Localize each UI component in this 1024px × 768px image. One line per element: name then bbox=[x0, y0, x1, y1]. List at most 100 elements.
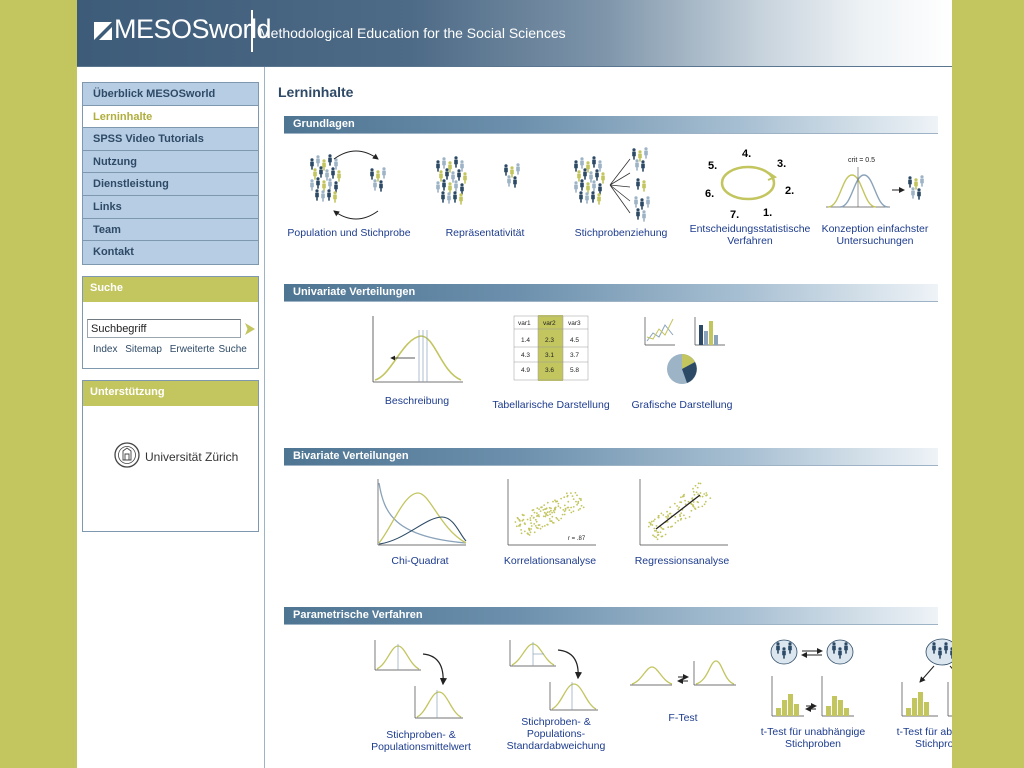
nav-item-nutzung[interactable]: Nutzung bbox=[83, 150, 258, 174]
nav-item-overview[interactable]: Überblick MESOSworld bbox=[83, 83, 258, 106]
f-test-icon bbox=[630, 660, 736, 686]
scatter-dot bbox=[546, 523, 549, 526]
scatter-dot bbox=[528, 534, 531, 536]
search-input[interactable] bbox=[87, 319, 241, 338]
scatter-dot bbox=[679, 515, 682, 518]
scatter-dot bbox=[548, 506, 551, 509]
topic-table[interactable]: var1 var2 var3 1.4 2.3 4.5 4.3 3.1 3.7 4… bbox=[487, 315, 615, 411]
table-cell: 4.3 bbox=[521, 352, 530, 359]
topic-graphics[interactable]: Grafische Darstellung bbox=[617, 315, 747, 411]
scatter-dot bbox=[680, 496, 682, 499]
scatter-dot bbox=[667, 514, 669, 516]
nav-item-spss-tutorials[interactable]: SPSS Video Tutorials bbox=[83, 128, 258, 151]
topic-t-test-independent[interactable]: t-Test für unabhängige Stichproben bbox=[753, 636, 873, 750]
scatter-dot bbox=[570, 506, 572, 509]
search-link-advanced[interactable]: Erweiterte Suche bbox=[170, 344, 247, 355]
scatter-dot bbox=[533, 516, 535, 519]
scatter-dot bbox=[572, 498, 575, 500]
scatter-dot bbox=[697, 493, 699, 496]
topic-t-test-dependent[interactable]: t-Test für abhängige Stichproben bbox=[883, 636, 952, 750]
topic-description[interactable]: Beschreibung bbox=[352, 312, 482, 407]
nav-item-links[interactable]: Links bbox=[83, 195, 258, 219]
scatter-dot bbox=[561, 513, 564, 516]
topic-label: Stichproben- & Populations-Standardabwei… bbox=[506, 716, 606, 752]
cycle-step: 3. bbox=[777, 158, 786, 170]
scatter-dot bbox=[679, 501, 681, 503]
topic-study-design[interactable]: crit = 0.5 Konzeption einfachster Unters… bbox=[805, 145, 945, 247]
scatter-dot bbox=[545, 508, 547, 510]
scatter-dot bbox=[542, 515, 545, 518]
topic-mean-comparison[interactable]: Stichproben- & Populationsmittelwert bbox=[361, 638, 481, 753]
scatter-dot bbox=[580, 504, 583, 507]
topic-label: t-Test für unabhängige Stichproben bbox=[760, 726, 866, 750]
scatter-dot bbox=[655, 525, 658, 527]
scatter-dot bbox=[543, 511, 546, 514]
table-cell: 3.6 bbox=[545, 367, 554, 374]
scatter-dot bbox=[532, 509, 535, 511]
scatter-dot bbox=[535, 526, 538, 529]
topic-f-test[interactable]: F-Test bbox=[623, 657, 743, 724]
topic-population-sample[interactable]: Population und Stichprobe bbox=[279, 145, 419, 239]
scatter-dot bbox=[535, 520, 538, 523]
scatter-dot bbox=[574, 491, 577, 494]
nav-item-dienstleistung[interactable]: Dienstleistung bbox=[83, 173, 258, 196]
table-header: var1 bbox=[518, 320, 531, 327]
table-cell: 4.9 bbox=[521, 367, 530, 374]
topic-label: Chi-Quadrat bbox=[391, 555, 449, 567]
topic-chi-square[interactable]: Chi-Quadrat bbox=[365, 477, 475, 567]
section-divider bbox=[284, 301, 938, 302]
scatter-dot bbox=[664, 533, 667, 536]
scatter-dot bbox=[551, 515, 554, 518]
nav-item-team[interactable]: Team bbox=[83, 218, 258, 242]
scatter-dot bbox=[684, 517, 687, 520]
scatter-dot bbox=[687, 500, 690, 503]
cycle-step: 7. bbox=[730, 209, 739, 221]
graphics-icon bbox=[644, 317, 725, 384]
t-test-independent-icon bbox=[770, 639, 854, 717]
search-link-index[interactable]: Index bbox=[93, 344, 117, 355]
topic-regression[interactable]: Regressionsanalyse bbox=[627, 477, 737, 567]
topic-decision-statistics[interactable]: 4. 3. 5. 2. 6. 7. 1. Entscheidungsstatis… bbox=[675, 145, 825, 247]
scatter-dot bbox=[683, 514, 685, 517]
scatter-dot bbox=[521, 513, 524, 516]
cycle-step: 2. bbox=[785, 185, 794, 197]
topic-correlation[interactable]: r = .87 Korrelationsanalyse bbox=[495, 477, 605, 567]
scatter-dot bbox=[563, 504, 566, 507]
search-submit-arrow-icon[interactable] bbox=[243, 322, 257, 336]
scatter-dot bbox=[578, 497, 581, 500]
search-link-sitemap[interactable]: Sitemap bbox=[125, 344, 162, 355]
scatter-dot bbox=[695, 491, 698, 494]
topic-sampling[interactable]: Stichprobenziehung bbox=[551, 145, 691, 239]
sampling-icon bbox=[566, 145, 650, 222]
section-divider bbox=[284, 624, 938, 625]
table-cell: 4.5 bbox=[570, 337, 579, 344]
university-name[interactable]: Universität Zürich bbox=[145, 450, 238, 464]
scatter-dot bbox=[546, 511, 549, 514]
scatter-dot bbox=[570, 492, 572, 494]
header: MESOSworld Methodological Education for … bbox=[77, 0, 952, 66]
scatter-dot bbox=[661, 528, 664, 530]
topic-label: Beschreibung bbox=[384, 395, 450, 407]
scatter-dot bbox=[538, 515, 540, 518]
scatter-dot bbox=[557, 502, 560, 505]
table-icon: var1 var2 var3 1.4 2.3 4.5 4.3 3.1 3.7 4… bbox=[513, 315, 589, 381]
scatter-dot bbox=[680, 512, 683, 514]
nav-item-lerninhalte[interactable]: Lerninhalte bbox=[83, 105, 258, 129]
scatter-dot bbox=[661, 535, 664, 538]
scatter-dot bbox=[550, 509, 552, 512]
scatter-dot bbox=[529, 519, 532, 522]
scatter-dot bbox=[580, 499, 582, 502]
topic-sd-comparison[interactable]: Stichproben- & Populations-Standardabwei… bbox=[491, 638, 621, 752]
scatter-dot bbox=[568, 509, 571, 511]
scatter-dot bbox=[546, 501, 549, 504]
nav-item-kontakt[interactable]: Kontakt bbox=[83, 241, 258, 264]
topic-label: Grafische Darstellung bbox=[631, 399, 733, 411]
scatter-dot bbox=[520, 532, 523, 535]
scatter-dot bbox=[543, 504, 546, 506]
scatter-dot bbox=[526, 532, 529, 535]
page-title: Lerninhalte bbox=[278, 84, 354, 100]
topic-representativeness[interactable]: Repräsentativität bbox=[415, 145, 555, 239]
logo[interactable]: MESOSworld bbox=[114, 14, 272, 45]
scatter-dot bbox=[674, 521, 677, 524]
table-header: var3 bbox=[568, 320, 581, 327]
